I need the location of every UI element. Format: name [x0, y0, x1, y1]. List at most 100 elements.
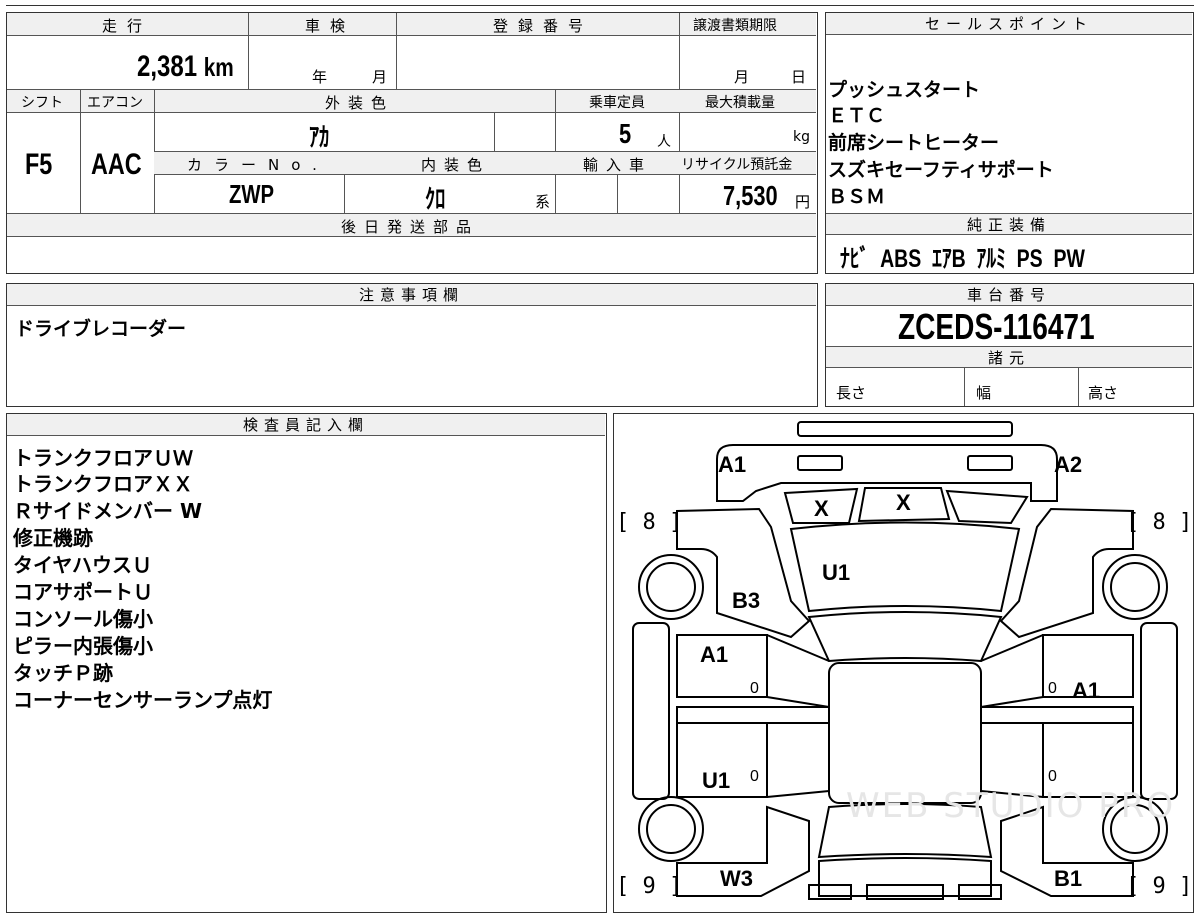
recycle-fee-value: 7,530 [723, 180, 778, 211]
right-step-shape [1140, 622, 1178, 800]
zero-right-front: 0 [1048, 680, 1057, 697]
inspector-line-3: Ｒサイドメンバー W [13, 499, 203, 523]
mark-x-left: X [814, 496, 829, 521]
inspector-line-8: ピラー内張傷小 [13, 634, 153, 658]
later-parts-header: 後日発送部品 [341, 218, 480, 236]
genuine-equipment-header: 純正装備 [826, 213, 1192, 235]
bracket-bottom-right: [ 9 ] [1126, 874, 1193, 899]
notes-header: 注意事項欄 [7, 284, 816, 306]
front-end-shape [716, 444, 1058, 502]
deadline-day-unit: 日 [791, 68, 807, 86]
watermark: WEB STUDIO PRO [846, 786, 1176, 826]
grille-right-shape [945, 489, 1029, 525]
aircon-header: エアコン [87, 95, 143, 111]
capacity-header: 乗車定員 [589, 95, 645, 111]
shift-header: シフト [21, 95, 63, 111]
aircon-value: AAC [91, 148, 142, 181]
chassis-header: 車台番号 [826, 284, 1192, 306]
bracket-top-right: [ 8 ] [1126, 510, 1193, 535]
mark-x-center: X [896, 490, 911, 515]
notes-panel: 注意事項欄 ドライブレコーダー [6, 283, 818, 407]
right-front-fender-shape [999, 507, 1134, 639]
inspector-line-7: コンソール傷小 [13, 607, 153, 631]
inspector-line-9: タッチＰ跡 [13, 661, 113, 685]
left-front-fender-shape [676, 507, 811, 639]
interior-color-unit: 系 [535, 193, 551, 211]
inspector-header: 検査員記入欄 [7, 414, 605, 436]
notes-value: ドライブレコーダー [15, 318, 187, 340]
registration-no-header: 登録番号 [493, 17, 594, 35]
exterior-color-value: ｱｶ [309, 122, 330, 152]
mileage-value: 2,381 km [137, 50, 234, 83]
front-right-wheel-shape [1102, 554, 1168, 620]
front-left-wheel-shape [638, 554, 704, 620]
shift-value: F5 [25, 148, 53, 181]
import-header: 輸入車 [583, 156, 653, 174]
sales-point-3: 前席シートヒーター [828, 132, 1000, 154]
mark-a1-top-left: A1 [718, 452, 747, 477]
mileage-header: 走行 [102, 17, 153, 35]
chassis-panel: 車台番号 ZCEDS-116471 諸元 長さ 幅 高さ [825, 283, 1194, 407]
sales-point-4: スズキセーフティサポート [828, 159, 1054, 181]
color-no-value: ZWP [229, 179, 275, 209]
bracket-bottom-left: [ 9 ] [616, 874, 683, 899]
right-headlamp-shape [967, 455, 1013, 471]
recycle-fee-unit: 円 [795, 193, 811, 211]
mark-u1-left-rear-door: U1 [702, 768, 731, 793]
max-load-header: 最大積載量 [705, 95, 775, 111]
capacity-value: 5 [619, 118, 632, 149]
max-load-unit: kg [793, 129, 810, 145]
zero-left-front: 0 [750, 680, 759, 697]
rear-left-wheel-shape [638, 796, 704, 862]
inspector-line-10: コーナーセンサーランプ点灯 [13, 688, 273, 712]
sales-point-1: プッシュスタート [828, 79, 981, 101]
vehicle-info-panel: 走行 車検 登録番号 譲渡書類期限 2,381 km 年 月 月 日 シフト エ… [6, 12, 818, 274]
genuine-equipment-value: ﾅﾋﾞ ABS ｴｱB ｱﾙﾐ PS PW [840, 245, 1085, 273]
inspector-panel: 検査員記入欄 トランクフロアＵＷ トランクフロアＸＸ Ｒサイドメンバー W 修正… [6, 413, 607, 913]
left-headlamp-shape [797, 455, 843, 471]
specs-header: 諸元 [826, 346, 1192, 368]
trunk-shape [818, 857, 992, 897]
roof-shape [828, 662, 982, 804]
mark-b1: B1 [1054, 866, 1083, 891]
inspection-year-unit: 年 [312, 68, 328, 86]
zero-right-rear: 0 [1048, 768, 1057, 785]
inspection-header: 車検 [305, 17, 356, 35]
mark-a1-left-door: A1 [700, 642, 729, 667]
mark-w3: W3 [720, 866, 753, 891]
chassis-number: ZCEDS-116471 [898, 306, 1095, 347]
inspector-line-6: コアサポートＵ [13, 580, 153, 604]
height-label: 高さ [1088, 384, 1119, 402]
sales-points-panel: セールスポイント プッシュスタート ＥＴＣ 前席シートヒーター スズキセーフティ… [825, 12, 1194, 274]
sales-points-header: セールスポイント [826, 13, 1192, 35]
mark-u1-hood: U1 [822, 560, 851, 585]
bracket-top-left: [ 8 ] [616, 510, 683, 535]
recycle-fee-header: リサイクル預託金 [681, 157, 793, 173]
front-bumper-shape [797, 421, 1013, 437]
sales-point-5: ＢＳＭ [828, 186, 886, 208]
deadline-month-unit: 月 [734, 68, 750, 86]
mark-a1-right-door: A1 [1072, 678, 1101, 703]
zero-left-rear: 0 [750, 768, 759, 785]
interior-color-value: ｸﾛ [425, 184, 446, 214]
width-label: 幅 [976, 384, 992, 402]
interior-color-header: 内装色 [421, 156, 491, 174]
length-label: 長さ [836, 384, 867, 402]
color-no-header: カラーNo. [187, 156, 329, 174]
right-door-sill-shape [980, 706, 1134, 724]
sales-point-2: ＥＴＣ [828, 105, 886, 127]
left-door-sill-shape [676, 706, 830, 724]
mark-a2-top-right: A2 [1054, 452, 1083, 477]
exterior-color-header: 外装色 [325, 94, 395, 112]
mark-b3: B3 [732, 588, 761, 613]
inspector-line-4: 修正機跡 [13, 526, 93, 550]
windshield-shape [807, 611, 1003, 663]
inspector-line-1: トランクフロアＵＷ [13, 446, 193, 470]
car-diagram-panel: WEB STUDIO PRO A1 A2 X X U1 B3 A1 A1 U1 … [613, 413, 1194, 913]
inspector-line-2: トランクフロアＸＸ [13, 472, 193, 496]
left-step-shape [632, 622, 670, 800]
inspector-line-5: タイヤハウスＵ [13, 553, 152, 577]
transfer-deadline-header: 譲渡書類期限 [693, 18, 777, 34]
inspection-month-unit: 月 [372, 68, 388, 86]
top-strip [6, 0, 1194, 6]
